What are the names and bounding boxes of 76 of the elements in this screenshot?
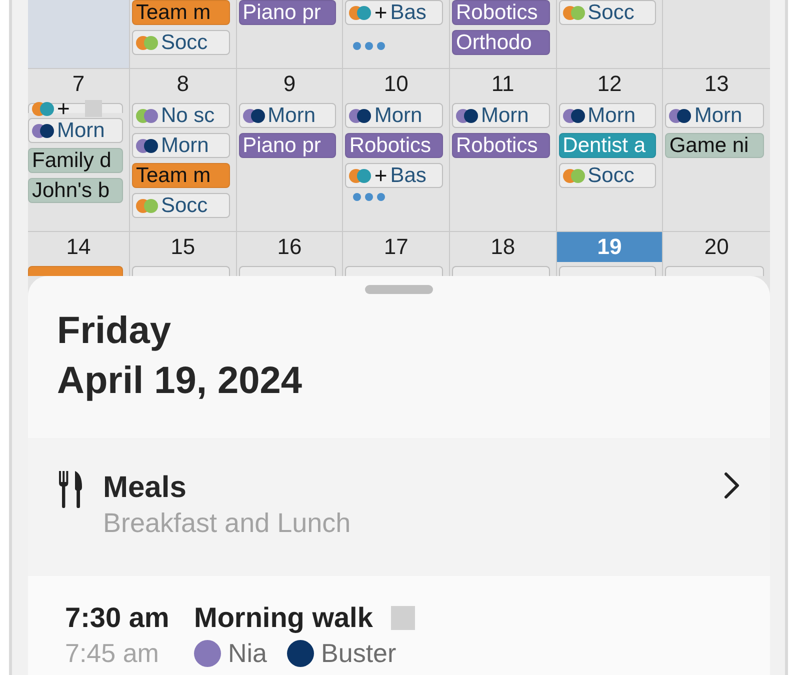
day-cell[interactable]: 7 + Morn Family d John's b	[28, 69, 130, 231]
day-cell[interactable]: 12 Morn Dentist a Socc	[556, 69, 664, 231]
event-chip[interactable]: Team m	[132, 0, 230, 25]
day-number: 17	[382, 233, 410, 261]
day-number: 15	[170, 233, 196, 261]
day-number: 10	[382, 70, 410, 98]
event-chip[interactable]: Robotics	[452, 0, 550, 25]
fork-knife-icon	[58, 470, 83, 508]
weekday-title: Friday	[57, 309, 172, 354]
event-chip[interactable]: Socc	[558, 163, 656, 188]
day-number: 14	[65, 233, 92, 261]
end-time: 7:45 am	[65, 637, 160, 670]
day-cell[interactable]: 9 Morn Piano pr	[236, 69, 344, 231]
event-chip[interactable]: No sc	[132, 103, 230, 128]
event-chip[interactable]: Morn	[558, 103, 656, 128]
person-name: Nia	[228, 637, 268, 670]
event-chip[interactable]: Morn	[238, 103, 336, 128]
day-cell[interactable]: 11 Morn Robotics	[450, 69, 557, 231]
day-cell[interactable]: 8 No sc Morn Team m Socc	[130, 69, 237, 231]
event-chip[interactable]: Team m	[132, 163, 230, 188]
day-number: 18	[490, 233, 516, 261]
day-cell[interactable]: Team m Socc	[130, 0, 237, 68]
meals-title: Meals	[103, 470, 188, 506]
day-cell[interactable]: 10 Morn Robotics +Bas	[343, 69, 450, 231]
day-number: 13	[703, 70, 730, 98]
event-chip[interactable]: +Bas	[345, 0, 443, 25]
event-chip[interactable]: Piano pr	[238, 133, 336, 158]
day-number: 20	[703, 233, 730, 261]
day-cell[interactable]: Robotics Orthodo	[450, 0, 557, 68]
event-chip[interactable]: Orthodo	[452, 30, 550, 55]
person-name: Buster	[321, 637, 396, 670]
day-cell[interactable]: +Bas	[343, 0, 450, 68]
event-chip[interactable]: +Bas	[345, 163, 443, 188]
event-chip[interactable]	[558, 266, 656, 276]
day-cell[interactable]	[28, 0, 130, 68]
day-number: 12	[596, 70, 623, 98]
day-cell[interactable]: Socc	[556, 0, 664, 68]
meals-row[interactable]: Meals Breakfast and Lunch	[28, 438, 770, 561]
event-chip[interactable]	[665, 266, 764, 276]
day-cell[interactable]: Piano pr	[236, 0, 344, 68]
start-time: 7:30 am	[65, 601, 170, 635]
event-chip[interactable]: Family d	[28, 148, 123, 173]
event-title: Morning walk	[194, 601, 373, 635]
event-chip[interactable]: Morn	[665, 103, 764, 128]
ellipsis-icon[interactable]	[353, 193, 386, 201]
meals-subtitle: Breakfast and Lunch	[103, 507, 352, 540]
event-chip[interactable]: Morn	[28, 118, 123, 143]
plus-sign: +	[374, 164, 388, 186]
event-chip[interactable]	[238, 266, 336, 276]
chevron-right-icon	[724, 472, 740, 499]
event-chip[interactable]: Piano pr	[238, 0, 336, 25]
day-number: 8	[176, 70, 190, 98]
event-chip[interactable]: Morn	[345, 103, 443, 128]
day-number: 16	[276, 233, 303, 261]
date-title: April 19, 2024	[57, 359, 304, 404]
day-cell[interactable]: 13 Morn Game ni	[663, 69, 770, 231]
event-chip[interactable]: Robotics	[452, 133, 550, 158]
day-number: 19	[556, 232, 662, 262]
event-chip[interactable]	[452, 266, 550, 276]
event-chip[interactable]: Morn	[452, 103, 550, 128]
plus-sign: +	[374, 2, 388, 24]
drag-handle[interactable]	[365, 285, 433, 294]
event-chip[interactable]: Morn	[132, 133, 230, 158]
event-chip[interactable]: Socc	[132, 193, 230, 218]
day-number: 11	[490, 70, 516, 98]
event-card[interactable]: 7:30 am Morning walk 7:45 am Nia Buster	[28, 576, 770, 675]
event-chip[interactable]: Game ni	[665, 133, 764, 158]
event-chip[interactable]: Robotics	[345, 133, 443, 158]
event-chip[interactable]: John's b	[28, 178, 123, 203]
day-number: 9	[282, 70, 297, 98]
event-chip[interactable]: Socc	[132, 30, 230, 55]
event-chip[interactable]	[132, 266, 230, 276]
event-chip[interactable]	[345, 266, 443, 276]
day-number: 7	[71, 70, 86, 98]
event-chip[interactable]: Socc	[558, 0, 656, 25]
ellipsis-icon[interactable]	[353, 42, 386, 50]
